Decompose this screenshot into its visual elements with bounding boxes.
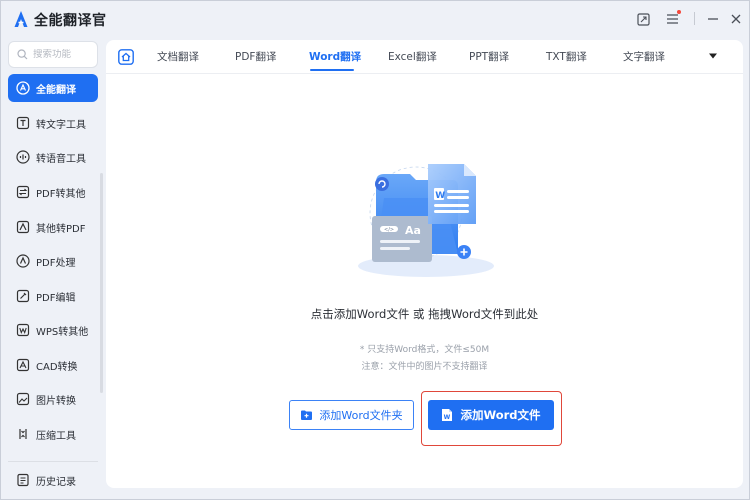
svg-text:</>: </> [384, 227, 394, 233]
sidebar-item-label: PDF处理 [36, 257, 76, 269]
sidebar-item-voice[interactable]: 转语音工具 [8, 143, 98, 171]
tab-txt[interactable]: TXT翻译 [546, 49, 587, 64]
to-pdf-icon [16, 220, 30, 234]
sidebar-item-label: PDF转其他 [36, 188, 86, 200]
minimize-icon [708, 18, 718, 20]
sidebar: 全能翻译 转文字工具 转语音工具 PDF转其他 其他转PDF [1, 37, 105, 500]
drop-zone-text: 点击添加Word文件 或 拖拽Word文件到此处 [310, 307, 539, 321]
sidebar-item-label: 全能翻译 [36, 84, 76, 96]
sidebar-item-translate[interactable]: 全能翻译 [8, 74, 98, 102]
close-button[interactable] [726, 9, 746, 29]
cad-icon [16, 358, 30, 372]
sidebar-item-pdf-process[interactable]: PDF处理 [8, 247, 98, 275]
add-folder-icon [301, 410, 313, 420]
tab-pdf[interactable]: PDF翻译 [235, 49, 276, 64]
word-file-icon: W [442, 409, 453, 421]
format-note: * 只支持Word格式，文件≤50M [359, 345, 490, 355]
sidebar-divider [8, 461, 98, 462]
menu-button[interactable] [662, 9, 682, 29]
image-icon [16, 392, 30, 406]
chevron-down-icon[interactable] [708, 52, 718, 60]
search-icon [17, 49, 28, 60]
tab-text[interactable]: 文字翻译 [623, 49, 665, 64]
home-icon[interactable] [118, 49, 134, 65]
history-icon [16, 473, 30, 487]
sidebar-item-label: WPS转其他 [36, 326, 89, 338]
pdf-convert-icon [16, 185, 30, 199]
translate-icon [16, 81, 30, 95]
text-convert-icon [16, 116, 30, 130]
tab-ppt[interactable]: PPT翻译 [469, 49, 509, 64]
pdf-process-icon [16, 254, 30, 268]
tab-excel[interactable]: Excel翻译 [388, 49, 437, 64]
menu-icon [666, 14, 678, 24]
close-icon [731, 14, 741, 24]
sidebar-scrollbar[interactable] [100, 173, 103, 393]
tab-document[interactable]: 文档翻译 [157, 49, 199, 64]
sidebar-item-image[interactable]: 图片转换 [8, 385, 98, 413]
main-panel: 文档翻译 PDF翻译 Word翻译 Excel翻译 PPT翻译 TXT翻译 文字… [106, 40, 743, 488]
compress-icon [16, 427, 30, 441]
image-note: 注意：文件中的图片不支持翻译 [361, 362, 488, 372]
titlebar-divider [694, 12, 695, 25]
sidebar-item-pdf-convert[interactable]: PDF转其他 [8, 178, 98, 206]
svg-text:W: W [435, 191, 445, 201]
svg-text:W: W [444, 414, 451, 421]
app-window: 全能翻译官 搜索功能 全能翻译 转文字工具 转语音工具 PDF转其他 其他转PD… [0, 0, 750, 500]
sidebar-item-label: 图片转换 [36, 395, 76, 407]
voice-icon [16, 150, 30, 164]
sidebar-item-label: CAD转换 [36, 361, 78, 373]
sidebar-item-text-convert[interactable]: 转文字工具 [8, 109, 98, 137]
tab-word[interactable]: Word翻译 [309, 49, 361, 64]
sidebar-item-cad[interactable]: CAD转换 [8, 351, 98, 379]
tab-bar: 文档翻译 PDF翻译 Word翻译 Excel翻译 PPT翻译 TXT翻译 文字… [106, 40, 743, 74]
search-input[interactable] [33, 49, 91, 60]
pin-window-icon [636, 12, 650, 26]
sidebar-item-label: PDF编辑 [36, 292, 76, 304]
add-file-button[interactable]: W 添加Word文件 [428, 400, 554, 430]
sidebar-item-pdf-edit[interactable]: PDF编辑 [8, 282, 98, 310]
app-logo-icon [14, 11, 28, 27]
search-box[interactable] [8, 41, 98, 68]
sidebar-item-to-pdf[interactable]: 其他转PDF [8, 213, 98, 241]
minimize-button[interactable] [703, 9, 723, 29]
active-tab-indicator [310, 69, 354, 71]
sidebar-item-label: 转文字工具 [36, 119, 86, 131]
sidebar-item-wps[interactable]: WPS转其他 [8, 316, 98, 344]
add-file-label: 添加Word文件 [460, 408, 541, 422]
pin-window-button[interactable] [633, 9, 653, 29]
word-file-illustration[interactable]: </> Aa W [348, 158, 498, 282]
title-bar: 全能翻译官 [1, 1, 749, 37]
add-folder-label: 添加Word文件夹 [319, 409, 403, 422]
add-folder-button[interactable]: 添加Word文件夹 [289, 400, 414, 430]
svg-text:Aa: Aa [405, 224, 421, 237]
sidebar-item-compress[interactable]: 压缩工具 [8, 420, 98, 448]
sidebar-item-label: 压缩工具 [36, 430, 76, 442]
sidebar-item-history[interactable]: 历史记录 [8, 466, 98, 494]
sidebar-item-label: 历史记录 [36, 476, 76, 488]
notification-dot [677, 10, 681, 14]
sidebar-item-label: 转语音工具 [36, 153, 86, 165]
app-title: 全能翻译官 [34, 13, 107, 29]
wps-icon [16, 323, 30, 337]
sidebar-item-label: 其他转PDF [36, 223, 86, 235]
pdf-edit-icon [16, 289, 30, 303]
